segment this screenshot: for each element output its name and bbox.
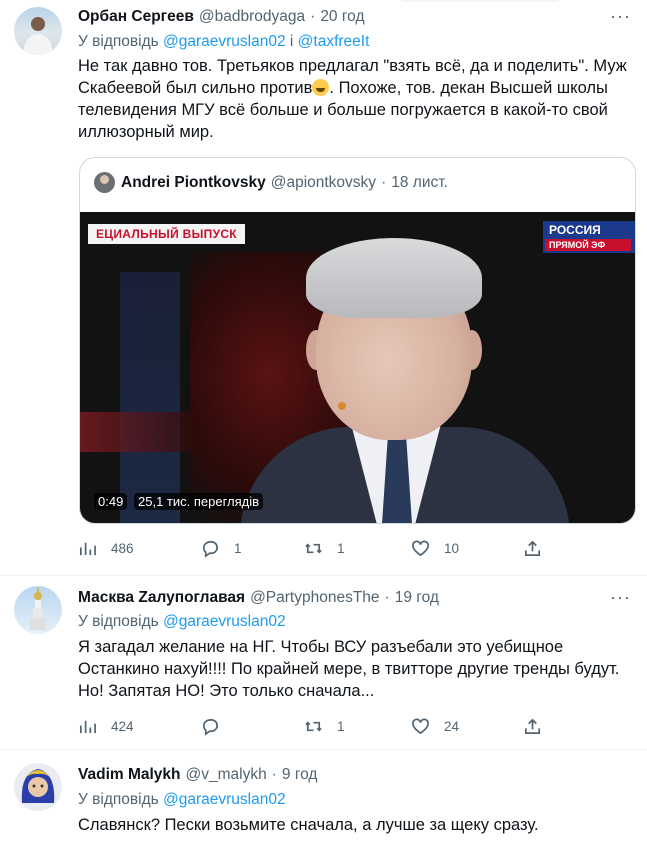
avatar[interactable] (14, 7, 62, 55)
reply-mention-link[interactable]: @garaevruslan02 (163, 613, 286, 630)
quote-tweet[interactable]: Andrei Piontkovsky @apiontkovsky · 18 ли… (79, 157, 636, 524)
tweet-text: Я загадал желание на НГ. Чтобы ВСУ разъе… (78, 638, 620, 700)
tweet-actions: 424 1 24 (78, 717, 558, 736)
video-background (80, 412, 200, 452)
quote-timestamp: 18 лист. (391, 173, 448, 191)
person-figure (306, 238, 482, 318)
tweet-header: Масква Zалупоглавая @PartyphonesThe · 19… (78, 589, 439, 607)
grinning-emoji-icon (312, 79, 330, 96)
timestamp[interactable]: 20 год (320, 8, 364, 26)
share-button[interactable] (523, 717, 542, 736)
views-count: 486 (111, 541, 134, 556)
like-count: 24 (444, 719, 460, 734)
reply-mention-link[interactable]: @garaevruslan02 (163, 791, 286, 808)
retweet-button[interactable]: 1 (304, 539, 411, 558)
views-icon (79, 542, 96, 556)
timestamp[interactable]: 19 год (395, 589, 439, 607)
like-button[interactable]: 24 (411, 717, 523, 736)
tweet-text: Не так давно тов. Третьяков предлагал "в… (78, 55, 633, 143)
reply-count: 1 (234, 541, 242, 556)
reply-prefix: У відповідь (78, 613, 159, 630)
heart-icon (412, 540, 429, 557)
separator-dot: · (381, 173, 387, 191)
views-count: 424 (111, 719, 134, 734)
views-button[interactable]: 424 (78, 717, 201, 736)
author-name[interactable]: Орбан Сергеев (78, 8, 194, 26)
reply-prefix: У відповідь (78, 33, 159, 50)
video-views: 25,1 тис. переглядів (134, 493, 264, 510)
reply-context: У відповідь @garaevruslan02 (78, 791, 286, 809)
separator-dot: · (384, 589, 390, 606)
video-player[interactable]: ЕЦИАЛЬНЫЙ ВЫПУСК РОССИЯ ПРЯМОЙ ЭФ 0:49 2… (80, 212, 635, 523)
tweet-vadim[interactable]: Vadim Malykh @v_malykh · 9 год У відпові… (0, 751, 647, 844)
retweet-icon (305, 721, 322, 732)
more-options-icon[interactable]: ··· (610, 587, 631, 608)
share-icon (524, 540, 541, 557)
quote-author-name: Andrei Piontkovsky (121, 173, 266, 191)
quote-header: Andrei Piontkovsky @apiontkovsky · 18 ли… (94, 172, 448, 193)
reply-mention-link[interactable]: @garaevruslan02 (163, 33, 286, 50)
tweet-header: Орбан Сергеев @badbrodyaga · 20 год (78, 8, 365, 26)
views-button[interactable]: 486 (78, 539, 201, 558)
share-button[interactable] (523, 539, 542, 558)
reply-button[interactable] (201, 717, 304, 736)
separator-dot: · (271, 766, 277, 783)
retweet-count: 1 (337, 719, 345, 734)
quote-avatar[interactable] (94, 172, 115, 193)
reply-mention-link[interactable]: @taxfreeIt (298, 33, 370, 50)
video-duration: 0:49 (94, 493, 128, 510)
reply-context: У відповідь @garaevruslan02 і @taxfreeIt (78, 33, 369, 51)
channel-name: РОССИЯ (549, 223, 601, 237)
retweet-icon (305, 543, 322, 554)
reply-prefix: У відповідь (78, 791, 159, 808)
like-count: 10 (444, 541, 460, 556)
heart-icon (412, 718, 429, 735)
reply-join: і (289, 33, 294, 50)
channel-logo: РОССИЯ ПРЯМОЙ ЭФ (543, 221, 635, 253)
views-icon (79, 720, 96, 734)
tweet-orban[interactable]: Орбан Сергеев @badbrodyaga · 20 год ··· … (0, 0, 647, 576)
reply-context: У відповідь @garaevruslan02 (78, 613, 286, 631)
share-icon (524, 718, 541, 735)
author-name[interactable]: Масква Zалупоглавая (78, 589, 245, 607)
tweet-text: Славянск? Пески возьмите сначала, а лучш… (78, 816, 539, 834)
tweet-header: Vadim Malykh @v_malykh · 9 год (78, 766, 317, 784)
microphone (338, 402, 346, 410)
timestamp[interactable]: 9 год (282, 766, 318, 784)
author-handle[interactable]: @PartyphonesThe (250, 589, 379, 607)
video-background (120, 272, 180, 523)
author-name[interactable]: Vadim Malykh (78, 766, 181, 784)
avatar[interactable] (14, 586, 62, 634)
separator-dot: · (310, 8, 316, 25)
reply-button[interactable]: 1 (201, 539, 304, 558)
video-banner-text: ЕЦИАЛЬНЫЙ ВЫПУСК (88, 224, 245, 244)
avatar[interactable] (14, 763, 62, 811)
live-label: ПРЯМОЙ ЭФ (545, 239, 631, 251)
tweet-actions: 486 1 1 10 (78, 539, 558, 558)
author-handle[interactable]: @badbrodyaga (199, 8, 305, 26)
more-options-icon[interactable]: ··· (610, 6, 631, 27)
reply-icon (202, 540, 218, 558)
like-button[interactable]: 10 (411, 539, 523, 558)
retweet-count: 1 (337, 541, 345, 556)
tweet-maskva[interactable]: Масква Zалупоглавая @PartyphonesThe · 19… (0, 577, 647, 750)
quote-author-handle: @apiontkovsky (270, 173, 377, 191)
reply-icon (202, 718, 218, 736)
retweet-button[interactable]: 1 (304, 717, 411, 736)
author-handle[interactable]: @v_malykh (186, 766, 267, 784)
